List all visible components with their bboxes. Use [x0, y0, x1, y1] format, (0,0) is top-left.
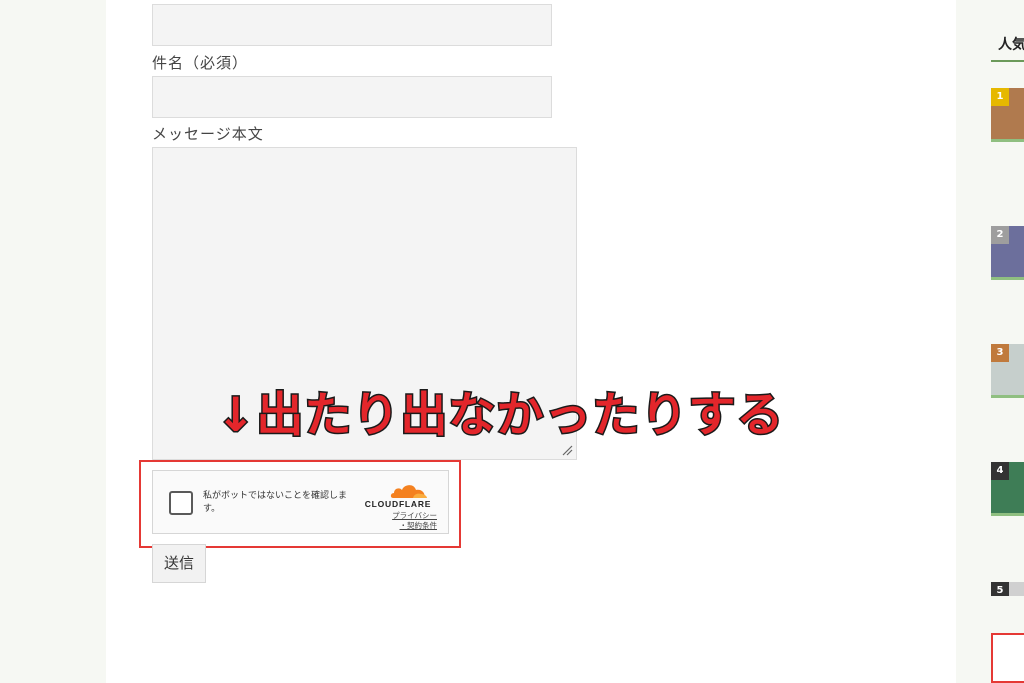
cloudflare-logo-icon	[390, 485, 427, 498]
ranking-item-5[interactable]: 5	[991, 582, 1024, 596]
terms-link[interactable]: ・契約条件	[371, 521, 438, 531]
captcha-links: プライバシー ・契約条件	[371, 511, 437, 531]
rank-badge: 3	[991, 344, 1009, 362]
ranking-item-2[interactable]: 2	[991, 226, 1024, 280]
message-label: メッセージ本文	[152, 125, 264, 143]
sidebar-divider	[991, 60, 1024, 62]
rank-badge: 5	[991, 582, 1009, 596]
ranking-item-4[interactable]: 4	[991, 462, 1024, 516]
email-field[interactable]	[152, 4, 552, 46]
sidebar-title: 人気	[998, 37, 1024, 53]
subject-label: 件名（必須）	[152, 54, 249, 72]
rank-badge: 1	[991, 88, 1009, 106]
captcha-text: 私がボットではないことを確認します。	[203, 491, 348, 514]
sidebar-widget-box	[991, 633, 1024, 683]
ranking-item-3[interactable]: 3	[991, 344, 1024, 398]
cloudflare-turnstile-widget: 私がボットではないことを確認します。 CLOUDFLARE プライバシー ・契約…	[152, 470, 449, 534]
subject-field[interactable]	[152, 76, 552, 118]
annotation-text: ↓出たり出なかったりする	[214, 387, 785, 445]
resize-handle-icon[interactable]	[561, 444, 573, 456]
submit-button[interactable]: 送信	[152, 544, 206, 583]
ranking-item-1[interactable]: 1	[991, 88, 1024, 142]
captcha-checkbox[interactable]	[169, 491, 193, 515]
rank-badge: 2	[991, 226, 1009, 244]
cloudflare-brand: CLOUDFLARE	[364, 499, 432, 509]
rank-badge: 4	[991, 462, 1009, 480]
privacy-link[interactable]: プライバシー	[371, 511, 437, 521]
